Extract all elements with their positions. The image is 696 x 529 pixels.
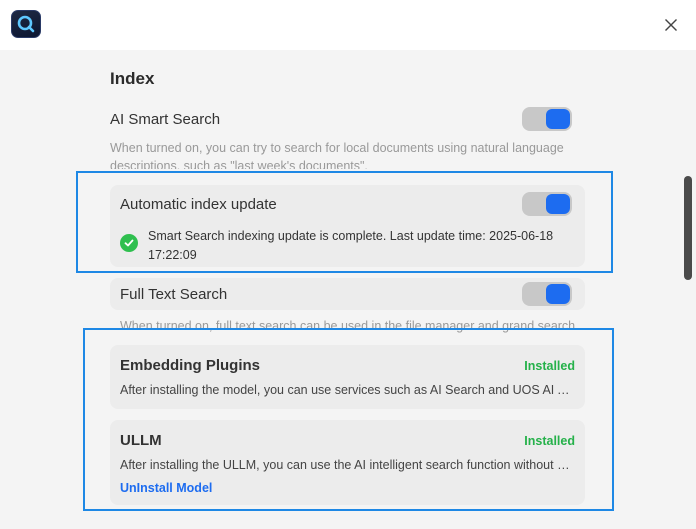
title-bar xyxy=(0,0,696,50)
section-title-index: Index xyxy=(110,69,155,88)
automatic-index-update-card: Automatic index update Smart Search inde… xyxy=(110,185,585,267)
ullm-card: ULLM Installed After installing the ULLM… xyxy=(110,420,585,505)
settings-content: Index AI Smart Search When turned on, yo… xyxy=(0,50,680,529)
ai-smart-search-label: AI Smart Search xyxy=(110,111,221,128)
check-circle-icon xyxy=(120,234,138,252)
scrollbar-thumb[interactable] xyxy=(684,176,692,280)
full-text-search-label: Full Text Search xyxy=(120,286,228,303)
ullm-title: ULLM xyxy=(120,432,162,449)
embedding-plugins-status-badge: Installed xyxy=(524,359,575,373)
full-text-search-card: Full Text Search xyxy=(110,278,585,310)
full-text-search-toggle[interactable] xyxy=(522,282,572,306)
automatic-index-update-label: Automatic index update xyxy=(120,196,277,213)
ai-smart-search-toggle[interactable] xyxy=(522,107,572,131)
close-icon xyxy=(665,19,677,31)
embedding-plugins-title: Embedding Plugins xyxy=(120,357,261,374)
index-update-status: Smart Search indexing update is complete… xyxy=(148,229,554,262)
ullm-description: After installing the ULLM, you can use t… xyxy=(120,458,575,472)
embedding-plugins-description: After installing the model, you can use … xyxy=(120,383,575,397)
ai-smart-search-description: When turned on, you can try to search fo… xyxy=(110,141,564,169)
close-button[interactable] xyxy=(656,10,686,40)
uninstall-model-link[interactable]: UnInstall Model xyxy=(120,481,212,495)
search-app-icon xyxy=(11,10,41,38)
ullm-status-badge: Installed xyxy=(524,434,575,448)
embedding-plugins-card: Embedding Plugins Installed After instal… xyxy=(110,345,585,409)
full-text-search-description: When turned on, full text search can be … xyxy=(120,319,579,333)
automatic-index-update-toggle[interactable] xyxy=(522,192,572,216)
scrollbar-track xyxy=(680,50,696,529)
